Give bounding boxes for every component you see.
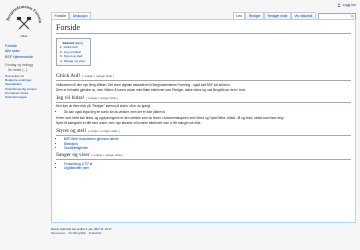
tab-forside[interactable]: Forside [51, 12, 70, 19]
list-item: Du kan også legal deg en konto sin du øn… [64, 110, 351, 114]
list-item: Grasfetteligheten [64, 146, 351, 150]
section-heading-sanger-og-viser: Sanger og viser[ redigér | redigér kilde… [56, 152, 351, 161]
page-tabs: Forside Diskusjon Les Redigér Redigér ki… [51, 12, 356, 20]
footer-link-privacy[interactable]: Personvern [51, 231, 65, 235]
sidebar-item-page-info[interactable]: Sideinformasjon [5, 95, 37, 99]
tab-rediger[interactable]: Redigér [245, 12, 265, 19]
section-edit-links[interactable]: [ redigér | redigér kilde ] [92, 153, 123, 157]
paragraph: Nyee få kategorier er lått med under, me… [56, 121, 202, 126]
sidebar-tools: Forslag og innlegg Se neste (...) Hva le… [5, 63, 37, 100]
section-heading-jeg-vil-bidra: Jeg vil bidra![ redigér | redigér kilde … [56, 95, 351, 103]
list-link[interactable]: Grasfetteligheten [64, 146, 88, 150]
user-icon [336, 3, 341, 7]
main-content: Forside Innhold [skjul] 1 Glück Auf! 2 J… [51, 19, 356, 223]
search-icon[interactable] [351, 15, 354, 18]
paragraph: Velkommen til den nye Berg-Wikien. Det s… [56, 82, 231, 87]
svg-text:Bergstudentenes Forening: Bergstudentenes Forening [2, 1, 43, 24]
sidebar-navigation: Forside Alle sider BSF Hjemmeside [5, 44, 33, 60]
section-edit-links[interactable]: [ redigér | redigér kilde ] [86, 96, 117, 100]
personal-tools: Logg inn [336, 0, 356, 10]
table-of-contents: Innhold [skjul] 1 Glück Auf! 2 Jeg vil b… [56, 38, 92, 67]
list-item: Utgåtte/offer viser [64, 166, 351, 170]
toc-toggle[interactable]: [skjul] [75, 41, 83, 45]
bullet-list: Du kan også legal deg en konto sin du øn… [56, 110, 351, 114]
paragraph: Den kan du flere trick på "Redigér" øver… [56, 104, 151, 109]
footer-link-about[interactable]: Om Berg-Wiki [68, 231, 85, 235]
tab-diskusjon[interactable]: Diskusjon [69, 12, 92, 19]
list-link[interactable]: Utgåtte/offer viser [64, 166, 89, 170]
bullet-list: BSF-Web Hovedtonen gjennom tidene Blekkf… [56, 137, 351, 150]
sidebar-item-bsf-hjemmeside[interactable]: BSF Hjemmeside [5, 55, 33, 60]
login-link[interactable]: Logg inn [343, 3, 356, 7]
paragraph: Hvem som helst kan bidra, og opplysninge… [56, 115, 284, 120]
bullet-list: Forsamlung 1/7/2 al Utgåtte/offer viser [56, 162, 351, 171]
footer-link-disclaimers[interactable]: Forbehold [89, 231, 102, 235]
page-title: Forside [56, 23, 351, 34]
section-heading-gluck-auf: Glück Auf![ redigér | redigér kilde ] [56, 73, 351, 82]
tab-les[interactable]: Les [232, 12, 246, 19]
logo-caption: Atlas [21, 34, 28, 38]
site-logo[interactable]: Bergstudentenes Forening Atlas [2, 1, 46, 41]
tab-rediger-kilde[interactable]: Redigér kilde [264, 12, 291, 19]
section-heading-styret-og-stell: Styret og stell[ redigér | redigér kilde… [56, 128, 351, 136]
paragraph: Dem er forhaabt gjenske nu, men Wikien å… [56, 88, 246, 93]
page-footer: Denne siden ble sist endret 1. jan. 2017… [51, 227, 112, 235]
section-edit-links[interactable]: [ redigér | redigér kilde ] [82, 74, 113, 78]
toc-item[interactable]: 4 Sanger og viser [60, 59, 85, 63]
tab-vis-historikk[interactable]: Vis historikk [290, 12, 316, 19]
section-edit-links[interactable]: [ redigér | redigér kilde ] [88, 129, 119, 133]
